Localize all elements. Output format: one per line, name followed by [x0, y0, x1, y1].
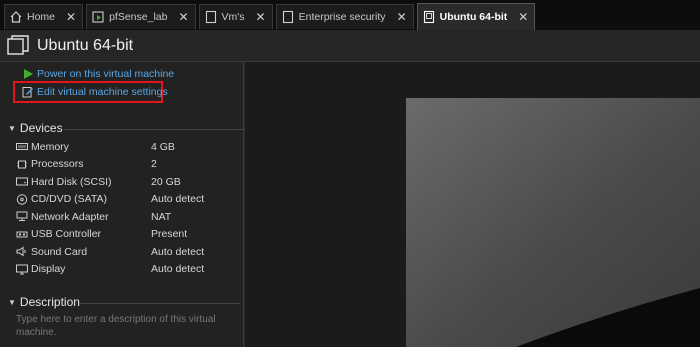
vm-console-area — [245, 62, 700, 347]
device-row-cd-dvd[interactable]: CD/DVD (SATA) Auto detect — [16, 191, 236, 209]
device-row-display[interactable]: Display Auto detect — [16, 261, 236, 279]
divider — [64, 129, 269, 130]
hard-disk-icon — [16, 177, 28, 186]
device-value: Present — [151, 228, 188, 241]
device-value: Auto detect — [151, 245, 205, 258]
tab-label: pfSense_lab — [109, 11, 168, 23]
device-name: CD/DVD (SATA) — [31, 193, 108, 206]
device-row-processors[interactable]: Processors 2 — [16, 156, 236, 174]
vm-summary-panel: Power on this virtual machine Edit virtu… — [0, 62, 269, 347]
collapse-triangle-icon: ▼ — [8, 297, 16, 307]
tab-ubuntu-64-bit[interactable]: Ubuntu 64-bit ✕ — [416, 3, 536, 30]
memory-icon — [16, 143, 28, 151]
play-icon — [24, 69, 33, 79]
vm-screen-preview[interactable] — [406, 98, 700, 347]
devices-title: Devices — [19, 121, 63, 135]
device-list: Memory 4 GB Processors 2 Hard Disk (SCSI… — [16, 138, 236, 278]
close-icon[interactable]: ✕ — [66, 11, 76, 23]
tab-home[interactable]: Home ✕ — [4, 4, 84, 29]
network-adapter-icon — [16, 211, 28, 222]
device-value: Auto detect — [151, 193, 205, 206]
vm-icon — [423, 10, 434, 24]
cd-dvd-icon — [16, 194, 28, 205]
power-on-link[interactable]: Power on this virtual machine — [22, 68, 174, 80]
tab-vms[interactable]: Vm's ✕ — [198, 4, 273, 29]
device-row-sound-card[interactable]: Sound Card Auto detect — [16, 243, 236, 261]
home-icon — [10, 11, 22, 23]
edit-settings-link[interactable]: Edit virtual machine settings — [22, 86, 168, 98]
power-on-label: Power on this virtual machine — [37, 68, 175, 80]
close-icon[interactable]: ✕ — [518, 11, 528, 23]
vm-running-icon — [92, 11, 104, 23]
device-name: Hard Disk (SCSI) — [31, 175, 112, 188]
document-icon — [282, 10, 293, 24]
folder-icon — [205, 10, 216, 24]
devices-section-toggle[interactable]: ▼ Devices — [8, 121, 63, 135]
close-icon[interactable]: ✕ — [397, 11, 407, 23]
vm-icon — [7, 34, 29, 55]
device-value: 4 GB — [151, 140, 175, 153]
device-value: 20 GB — [151, 175, 181, 188]
description-input[interactable]: Type here to enter a description of this… — [16, 313, 226, 339]
vm-header: Ubuntu 64-bit — [0, 30, 700, 62]
device-row-memory[interactable]: Memory 4 GB — [16, 138, 236, 156]
device-value: Auto detect — [151, 263, 205, 276]
divider — [80, 303, 240, 304]
device-name: Network Adapter — [31, 210, 109, 223]
close-icon[interactable]: ✕ — [178, 11, 188, 23]
description-section-toggle[interactable]: ▼ Description — [8, 295, 80, 309]
usb-icon — [16, 231, 28, 238]
device-name: Memory — [31, 140, 69, 153]
close-icon[interactable]: ✕ — [256, 11, 266, 23]
device-name: Display — [31, 263, 66, 276]
description-title: Description — [19, 295, 80, 309]
device-value: 2 — [151, 158, 157, 171]
speaker-icon — [16, 246, 26, 257]
edit-settings-label: Edit virtual machine settings — [37, 86, 168, 98]
device-row-usb-controller[interactable]: USB Controller Present — [16, 226, 236, 244]
processor-icon — [17, 160, 27, 169]
tab-label: Ubuntu 64-bit — [439, 11, 508, 23]
display-icon — [16, 264, 28, 275]
device-name: Sound Card — [31, 245, 88, 258]
tab-label: Enterprise security — [298, 11, 386, 23]
tab-label: Home — [27, 11, 56, 23]
device-value: NAT — [151, 210, 172, 223]
collapse-triangle-icon: ▼ — [8, 123, 16, 133]
tab-pfsense-lab[interactable]: pfSense_lab ✕ — [86, 4, 196, 29]
tab-label: Vm's — [221, 11, 245, 23]
tab-bar: Home ✕ pfSense_lab ✕ Vm's ✕ Enterprise s… — [0, 0, 700, 30]
device-name: USB Controller — [31, 228, 102, 241]
page-title: Ubuntu 64-bit — [37, 36, 134, 54]
edit-settings-icon — [22, 87, 33, 98]
device-row-hard-disk[interactable]: Hard Disk (SCSI) 20 GB — [16, 173, 236, 191]
device-name: Processors — [31, 158, 84, 171]
tab-enterprise-security[interactable]: Enterprise security ✕ — [275, 4, 414, 29]
device-row-network-adapter[interactable]: Network Adapter NAT — [16, 208, 236, 226]
